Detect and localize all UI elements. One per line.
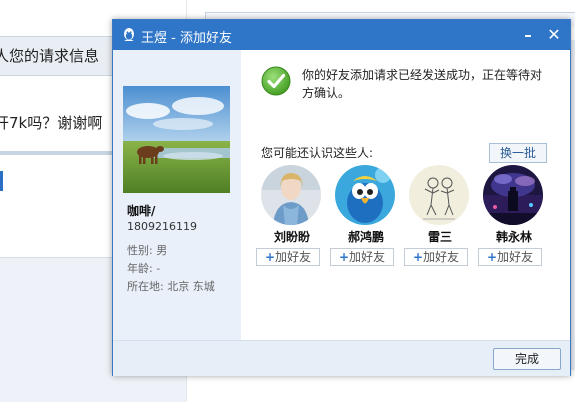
minimize-button[interactable]: – (517, 24, 539, 46)
done-button[interactable]: 完成 (493, 348, 561, 370)
profile-location: 所在地: 北京 东城 (127, 280, 215, 293)
add-friend-label: 加好友 (497, 250, 534, 264)
plus-icon: + (412, 250, 424, 264)
profile-gender: 性别: 男 (127, 244, 168, 257)
profile-age: 年龄: - (127, 262, 161, 275)
profile-qq-number: 1809216119 (127, 220, 197, 233)
add-friend-button[interactable]: +加好友 (478, 248, 542, 266)
landscape-cow-image (123, 86, 230, 193)
night-scene-image (483, 165, 543, 225)
add-friend-button[interactable]: +加好友 (330, 248, 394, 266)
plus-icon: + (264, 250, 276, 264)
woman-photo-image (261, 165, 321, 225)
person-name: 刘盼盼 (273, 230, 310, 244)
refresh-batch-button[interactable]: 换一批 (489, 143, 547, 163)
add-friend-label: 加好友 (423, 250, 460, 264)
success-message: 你的好友添加请求已经发送成功，正在等待对方确认。 (302, 68, 543, 100)
person-avatar[interactable] (261, 165, 321, 225)
person-avatar[interactable] (483, 165, 543, 225)
recommend-label: 您可能还认识这些人: (261, 146, 374, 160)
qq-penguin-icon (124, 28, 134, 41)
chat-message-2: 开7k吗？谢谢啊 (0, 114, 103, 132)
add-friend-button[interactable]: +加好友 (404, 248, 468, 266)
add-friend-label: 加好友 (275, 250, 312, 264)
person-avatar[interactable] (409, 165, 469, 225)
background-tab-marker (0, 171, 3, 191)
sketch-drawing-image (409, 165, 469, 225)
profile-panel: 咖啡/ 1809216119 性别: 男 年龄: - 所在地: 北京 东城 (113, 50, 241, 340)
check-circle-icon (261, 66, 291, 96)
add-friend-dialog: 王煜 - 添加好友 – ✕ 咖啡/ 1809216119 性别: 男 年龄: -… (112, 19, 571, 376)
close-button[interactable]: ✕ (543, 24, 565, 46)
profile-avatar[interactable] (123, 86, 230, 193)
person-name: 韩永林 (495, 230, 532, 244)
dialog-titlebar[interactable]: 王煜 - 添加好友 – ✕ (113, 20, 570, 50)
chat-message-1: 人您的请求信息 (0, 47, 100, 65)
dialog-footer: 完成 (113, 340, 570, 376)
add-friend-button[interactable]: +加好友 (256, 248, 320, 266)
person-name: 郝鸿鹏 (347, 230, 384, 244)
profile-nickname: 咖啡/ (127, 204, 156, 218)
add-friend-label: 加好友 (349, 250, 386, 264)
cartoon-bird-image (335, 165, 395, 225)
person-avatar[interactable] (335, 165, 395, 225)
person-name: 雷三 (427, 230, 452, 244)
plus-icon: + (486, 250, 498, 264)
plus-icon: + (338, 250, 350, 264)
dialog-title: 王煜 - 添加好友 (141, 31, 232, 46)
